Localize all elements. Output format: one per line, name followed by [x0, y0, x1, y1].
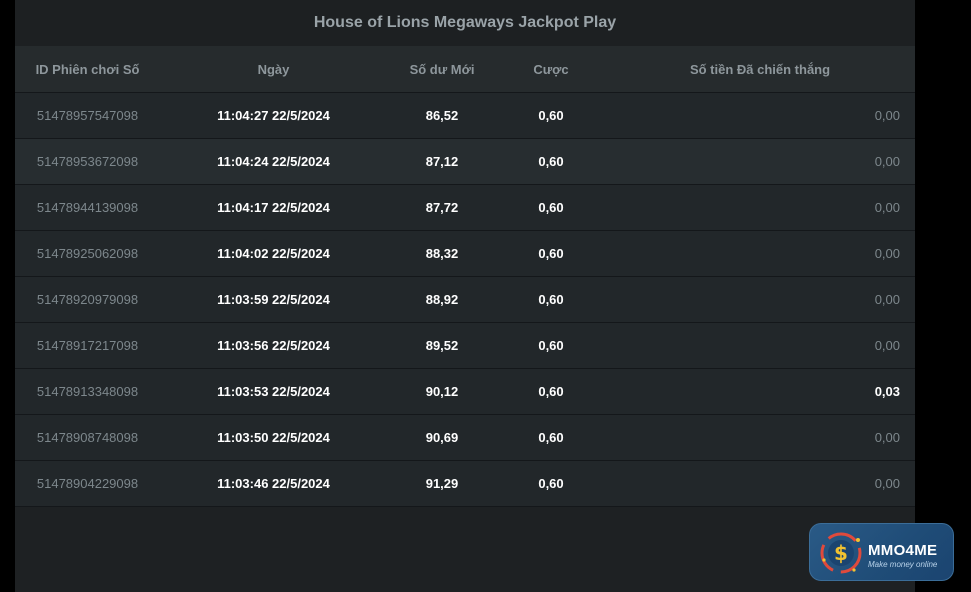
cell-date: 11:03:53 22/5/2024: [217, 384, 330, 399]
cell-date: 11:03:50 22/5/2024: [217, 430, 330, 445]
cell-win: 0,03: [874, 384, 900, 399]
cell-win: 0,00: [874, 154, 900, 169]
cell-date: 11:04:02 22/5/2024: [217, 246, 330, 261]
cell-bet: 0,60: [538, 108, 564, 123]
game-title: House of Lions Megaways Jackpot Play: [15, 0, 915, 46]
cell-win: 0,00: [874, 108, 900, 123]
cell-win: 0,00: [874, 200, 900, 215]
cell-id: 51478913348098: [36, 384, 139, 399]
cell-id: 51478925062098: [36, 246, 139, 261]
cell-balance: 89,52: [425, 338, 459, 353]
cell-balance: 88,92: [425, 292, 459, 307]
header-id[interactable]: ID Phiên chơi Số: [15, 62, 160, 77]
cell-id: 51478957547098: [36, 108, 139, 123]
cell-id: 51478953672098: [36, 154, 139, 169]
header-win[interactable]: Số tiền Đã chiến thắng: [605, 62, 915, 77]
cell-balance: 87,72: [425, 200, 459, 215]
cell-bet: 0,60: [538, 246, 564, 261]
table-row[interactable]: 51478920979098 11:03:59 22/5/2024 88,92 …: [15, 276, 915, 322]
cell-win: 0,00: [874, 476, 900, 491]
table-row[interactable]: 51478953672098 11:04:24 22/5/2024 87,12 …: [15, 138, 915, 184]
cell-win: 0,00: [874, 246, 900, 261]
watermark-name: MMO4ME: [868, 542, 938, 559]
history-table: ID Phiên chơi Số Ngày Số dư Mới Cược Số …: [15, 46, 915, 507]
cell-id: 51478908748098: [36, 430, 139, 445]
header-date[interactable]: Ngày: [160, 62, 387, 77]
table-header: ID Phiên chơi Số Ngày Số dư Mới Cược Số …: [15, 46, 915, 92]
table-row[interactable]: 51478908748098 11:03:50 22/5/2024 90,69 …: [15, 414, 915, 460]
cell-id: 51478917217098: [36, 338, 139, 353]
cell-win: 0,00: [874, 338, 900, 353]
watermark-tagline: Make money online: [868, 560, 938, 569]
cell-date: 11:03:56 22/5/2024: [217, 338, 330, 353]
cell-bet: 0,60: [538, 476, 564, 491]
cell-bet: 0,60: [538, 430, 564, 445]
cell-id: 51478944139098: [36, 200, 139, 215]
cell-date: 11:03:59 22/5/2024: [217, 292, 330, 307]
cell-bet: 0,60: [538, 384, 564, 399]
cell-id: 51478920979098: [36, 292, 139, 307]
table-row[interactable]: 51478957547098 11:04:27 22/5/2024 86,52 …: [15, 92, 915, 138]
header-balance[interactable]: Số dư Mới: [387, 62, 497, 77]
cell-date: 11:04:17 22/5/2024: [217, 200, 330, 215]
cell-bet: 0,60: [538, 338, 564, 353]
cell-balance: 88,32: [425, 246, 459, 261]
mmo4me-watermark: $ MMO4ME Make money online: [809, 523, 954, 581]
cell-date: 11:04:27 22/5/2024: [217, 108, 330, 123]
cell-win: 0,00: [874, 430, 900, 445]
cell-balance: 90,12: [425, 384, 459, 399]
cell-date: 11:04:24 22/5/2024: [217, 154, 330, 169]
cell-balance: 90,69: [425, 430, 459, 445]
table-row[interactable]: 51478925062098 11:04:02 22/5/2024 88,32 …: [15, 230, 915, 276]
cell-bet: 0,60: [538, 154, 564, 169]
cell-balance: 91,29: [425, 476, 459, 491]
table-row[interactable]: 51478904229098 11:03:46 22/5/2024 91,29 …: [15, 460, 915, 506]
table-row[interactable]: 51478944139098 11:04:17 22/5/2024 87,72 …: [15, 184, 915, 230]
dollar-coin-icon: $: [820, 532, 862, 574]
cell-balance: 86,52: [425, 108, 459, 123]
table-row[interactable]: 51478917217098 11:03:56 22/5/2024 89,52 …: [15, 322, 915, 368]
cell-win: 0,00: [874, 292, 900, 307]
cell-balance: 87,12: [425, 154, 459, 169]
cell-bet: 0,60: [538, 292, 564, 307]
cell-id: 51478904229098: [36, 476, 139, 491]
table-divider: [15, 506, 915, 507]
table-row[interactable]: 51478913348098 11:03:53 22/5/2024 90,12 …: [15, 368, 915, 414]
cell-bet: 0,60: [538, 200, 564, 215]
history-panel: House of Lions Megaways Jackpot Play ID …: [15, 0, 915, 592]
svg-text:$: $: [834, 541, 848, 565]
cell-date: 11:03:46 22/5/2024: [217, 476, 330, 491]
header-bet[interactable]: Cược: [497, 62, 605, 77]
